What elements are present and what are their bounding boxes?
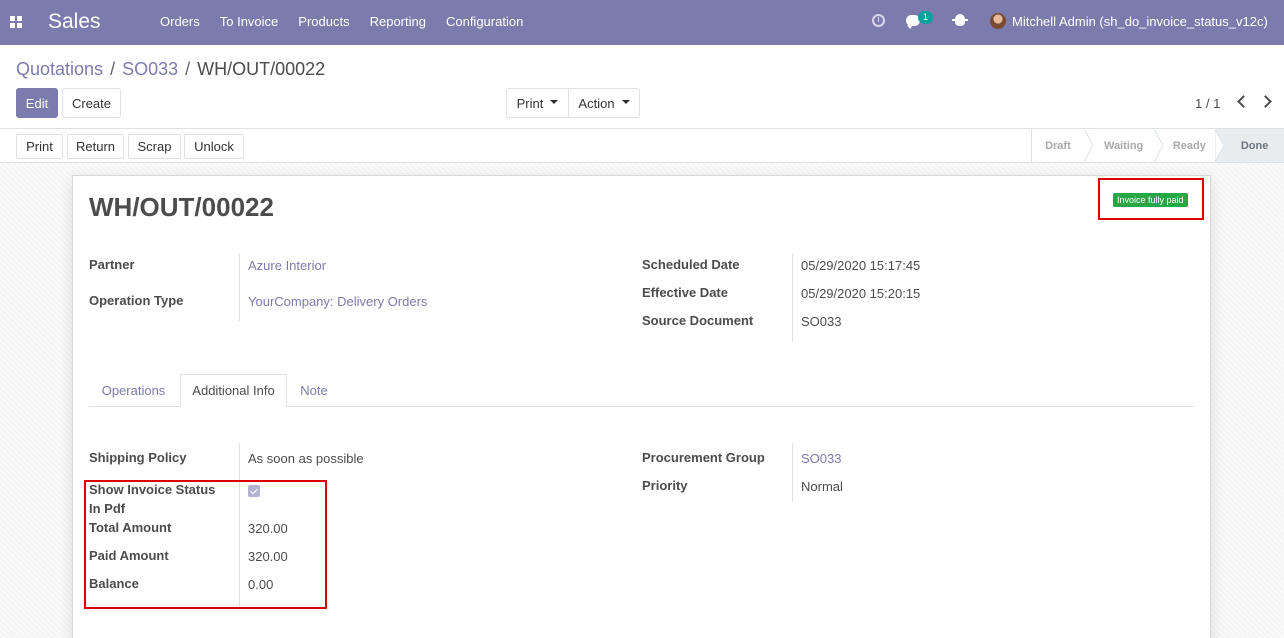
breadcrumb: Quotations / SO033 / WH/OUT/00022 — [16, 59, 325, 80]
shipping-policy-field[interactable]: As soon as possible — [248, 451, 364, 466]
caret-down-icon — [621, 100, 630, 104]
print-dropdown[interactable]: Print — [506, 88, 569, 118]
scrap-button[interactable]: Scrap — [128, 134, 181, 159]
menu-to-invoice[interactable]: To Invoice — [220, 14, 279, 29]
chevron-right-icon[interactable] — [1259, 95, 1272, 108]
edit-button[interactable]: Edit — [16, 88, 58, 118]
menu-orders[interactable]: Orders — [160, 14, 200, 29]
unlock-button[interactable]: Unlock — [184, 134, 244, 159]
status-ready: Ready — [1163, 129, 1215, 162]
effective-date-label: Effective Date — [642, 285, 728, 300]
caret-down-icon — [550, 100, 559, 104]
breadcrumb-separator: / — [110, 59, 116, 79]
status-done: Done — [1225, 129, 1284, 162]
tab-additional-info[interactable]: Additional Info — [180, 374, 287, 407]
priority-label: Priority — [642, 478, 688, 493]
menu-configuration[interactable]: Configuration — [446, 14, 523, 29]
breadcrumb-separator: / — [185, 59, 191, 79]
activity-clock-icon[interactable] — [872, 14, 885, 27]
status-arrow-icon — [1153, 129, 1164, 162]
source-document-label: Source Document — [642, 313, 754, 328]
operation-type-label: Operation Type — [89, 293, 184, 308]
field-divider — [792, 253, 793, 342]
status-waiting: Waiting — [1094, 129, 1154, 162]
breadcrumb-current: WH/OUT/00022 — [197, 59, 326, 79]
status-waiting-label: Waiting — [1103, 139, 1144, 152]
status-done-label: Done — [1240, 139, 1269, 152]
scheduled-date-label: Scheduled Date — [642, 257, 740, 272]
print-dropdown-label: Print — [516, 95, 544, 111]
chat-badge: 1 — [918, 11, 934, 24]
menu-products[interactable]: Products — [298, 14, 349, 29]
effective-date-field: 05/29/2020 15:20:15 — [801, 286, 921, 301]
breadcrumb-so[interactable]: SO033 — [122, 59, 178, 80]
partner-field[interactable]: Azure Interior — [248, 258, 326, 273]
statusbar: Draft Waiting Ready Done — [1031, 129, 1284, 162]
breadcrumb-quotations[interactable]: Quotations — [16, 59, 103, 80]
source-document-field: SO033 — [801, 314, 842, 329]
field-divider — [239, 253, 240, 321]
record-title: WH/OUT/00022 — [89, 192, 274, 222]
apps-menu-icon[interactable] — [10, 16, 22, 28]
tab-note[interactable]: Note — [289, 374, 339, 407]
priority-field[interactable]: Normal — [801, 479, 843, 494]
app-brand[interactable]: Sales — [48, 10, 101, 34]
status-arrow-icon — [1215, 129, 1226, 162]
form-header: Print Return Scrap Unlock Draft Waiting … — [0, 128, 1284, 163]
user-menu[interactable]: Mitchell Admin (sh_do_invoice_status_v12… — [1012, 14, 1268, 29]
operation-type-field[interactable]: YourCompany: Delivery Orders — [248, 294, 427, 309]
status-arrow-icon — [1083, 129, 1094, 162]
shipping-policy-label: Shipping Policy — [89, 450, 187, 465]
partner-label: Partner — [89, 257, 135, 272]
top-navbar: Sales Orders To Invoice Products Reporti… — [0, 0, 1284, 45]
create-button[interactable]: Create — [62, 88, 121, 118]
return-button[interactable]: Return — [67, 134, 124, 159]
user-avatar[interactable] — [990, 13, 1006, 29]
field-divider — [792, 443, 793, 502]
chevron-left-icon[interactable] — [1237, 95, 1250, 108]
menu-reporting[interactable]: Reporting — [370, 14, 426, 29]
action-dropdown[interactable]: Action — [568, 88, 640, 118]
header-print-button[interactable]: Print — [16, 134, 63, 159]
main-menu: Orders To Invoice Products Reporting Con… — [160, 14, 543, 29]
action-dropdown-label: Action — [578, 95, 615, 111]
status-draft-label: Draft — [1045, 139, 1071, 152]
procurement-group-field[interactable]: SO033 — [801, 451, 841, 466]
tab-operations[interactable]: Operations — [89, 374, 178, 407]
debug-bug-icon[interactable] — [952, 14, 968, 26]
status-draft: Draft — [1032, 129, 1084, 162]
invoice-status-badge: Invoice fully paid — [1113, 193, 1188, 207]
invoice-fields-highlight — [84, 480, 327, 609]
status-ready-label: Ready — [1172, 139, 1206, 152]
pager-value[interactable]: 1 / 1 — [1195, 96, 1220, 111]
scheduled-date-field: 05/29/2020 15:17:45 — [801, 258, 921, 273]
procurement-group-label: Procurement Group — [642, 450, 765, 465]
